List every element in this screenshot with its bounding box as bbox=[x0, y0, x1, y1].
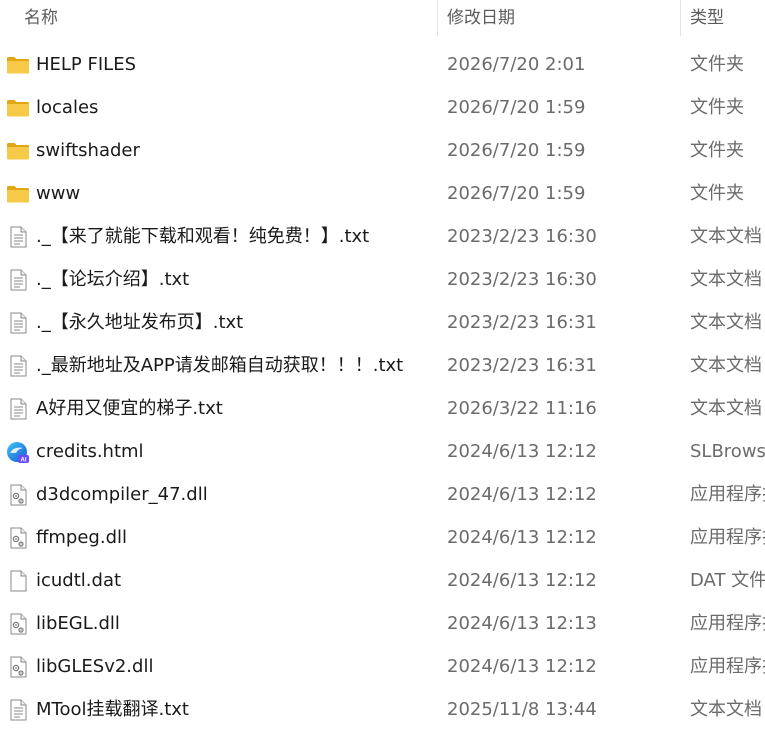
file-name[interactable]: credits.html bbox=[36, 430, 144, 473]
file-type: 文本文档 bbox=[690, 355, 762, 376]
column-header-bar: ^ 名称 修改日期 类型 bbox=[0, 0, 765, 36]
file-name[interactable]: swiftshader bbox=[36, 129, 140, 172]
file-list: HELP FILES 2026/7/20 2:01 文件夹 locales 2026/7… bbox=[0, 43, 765, 731]
file-modified-date: 2026/7/20 1:59 bbox=[447, 140, 586, 161]
file-modified-date: 2023/2/23 16:31 bbox=[447, 355, 597, 376]
file-row[interactable]: ._最新地址及APP请发邮箱自动获取！！！.txt 2023/2/23 16:31… bbox=[0, 344, 765, 387]
file-modified-date: 2026/7/20 1:59 bbox=[447, 183, 586, 204]
text-file-icon bbox=[6, 226, 30, 248]
file-modified-date: 2024/6/13 12:12 bbox=[447, 484, 597, 505]
file-type: SLBrowse bbox=[690, 441, 765, 462]
file-name[interactable]: d3dcompiler_47.dll bbox=[36, 473, 208, 516]
file-modified-date: 2024/6/13 12:12 bbox=[447, 441, 597, 462]
file-modified-date: 2023/2/23 16:31 bbox=[447, 312, 597, 333]
column-divider[interactable] bbox=[680, 0, 681, 36]
file-name[interactable]: libEGL.dll bbox=[36, 602, 120, 645]
file-row[interactable]: ._【来了就能下载和观看！纯免费！】.txt 2023/2/23 16:30 文本文… bbox=[0, 215, 765, 258]
column-header-type[interactable]: 类型 bbox=[690, 0, 724, 36]
column-header-date[interactable]: 修改日期 bbox=[447, 0, 515, 36]
file-type: 应用程序扩 bbox=[690, 527, 765, 548]
dll-file-icon bbox=[6, 484, 30, 506]
file-name[interactable]: ._【论坛介绍】.txt bbox=[36, 258, 189, 301]
file-row[interactable]: swiftshader 2026/7/20 1:59 文件夹 bbox=[0, 129, 765, 172]
file-row[interactable]: A好用又便宜的梯子.txt 2026/3/22 11:16 文本文档 bbox=[0, 387, 765, 430]
file-modified-date: 2024/6/13 12:12 bbox=[447, 656, 597, 677]
file-name[interactable]: icudtl.dat bbox=[36, 559, 121, 602]
file-modified-date: 2023/2/23 16:30 bbox=[447, 269, 597, 290]
file-modified-date: 2024/6/13 12:12 bbox=[447, 570, 597, 591]
folder-icon bbox=[6, 140, 30, 162]
file-type: 应用程序扩 bbox=[690, 656, 765, 677]
file-name[interactable]: locales bbox=[36, 86, 98, 129]
text-file-icon bbox=[6, 398, 30, 420]
file-row[interactable]: www 2026/7/20 1:59 文件夹 bbox=[0, 172, 765, 215]
file-type: 文本文档 bbox=[690, 269, 762, 290]
file-modified-date: 2026/7/20 2:01 bbox=[447, 54, 586, 75]
column-header-name[interactable]: 名称 bbox=[24, 0, 58, 36]
file-name[interactable]: ._【永久地址发布页】.txt bbox=[36, 301, 243, 344]
folder-icon bbox=[6, 183, 30, 205]
dll-file-icon bbox=[6, 527, 30, 549]
file-name[interactable]: libGLESv2.dll bbox=[36, 645, 153, 688]
text-file-icon bbox=[6, 312, 30, 334]
file-name[interactable]: MTool挂载翻译.txt bbox=[36, 688, 189, 731]
browser-icon: AI bbox=[6, 441, 30, 464]
file-row[interactable]: ._【永久地址发布页】.txt 2023/2/23 16:31 文本文档 bbox=[0, 301, 765, 344]
file-type: 文件夹 bbox=[690, 54, 744, 75]
file-row[interactable]: AI credits.html 2024/6/13 12:12 SLBrowse bbox=[0, 430, 765, 473]
file-row[interactable]: icudtl.dat 2024/6/13 12:12 DAT 文件 bbox=[0, 559, 765, 602]
file-row[interactable]: ._【论坛介绍】.txt 2023/2/23 16:30 文本文档 bbox=[0, 258, 765, 301]
file-type: 文本文档 bbox=[690, 312, 762, 333]
file-row[interactable]: libGLESv2.dll 2024/6/13 12:12 应用程序扩 bbox=[0, 645, 765, 688]
file-modified-date: 2023/2/23 16:30 bbox=[447, 226, 597, 247]
file-row[interactable]: libEGL.dll 2024/6/13 12:13 应用程序扩 bbox=[0, 602, 765, 645]
dll-file-icon bbox=[6, 613, 30, 635]
file-modified-date: 2026/3/22 11:16 bbox=[447, 398, 597, 419]
svg-text:AI: AI bbox=[21, 458, 27, 464]
dll-file-icon bbox=[6, 656, 30, 678]
file-modified-date: 2026/7/20 1:59 bbox=[447, 97, 586, 118]
file-name[interactable]: www bbox=[36, 172, 80, 215]
file-modified-date: 2025/11/8 13:44 bbox=[447, 699, 597, 720]
file-row[interactable]: MTool挂载翻译.txt 2025/11/8 13:44 文本文档 bbox=[0, 688, 765, 731]
folder-icon bbox=[6, 97, 30, 119]
file-row[interactable]: ffmpeg.dll 2024/6/13 12:12 应用程序扩 bbox=[0, 516, 765, 559]
folder-icon bbox=[6, 54, 30, 76]
file-name[interactable]: A好用又便宜的梯子.txt bbox=[36, 387, 223, 430]
file-type: 应用程序扩 bbox=[690, 613, 765, 634]
sort-indicator-icon: ^ bbox=[219, 0, 230, 8]
file-name[interactable]: ._最新地址及APP请发邮箱自动获取！！！.txt bbox=[36, 344, 403, 387]
file-name[interactable]: ffmpeg.dll bbox=[36, 516, 127, 559]
file-type: 文本文档 bbox=[690, 226, 762, 247]
file-name[interactable]: HELP FILES bbox=[36, 43, 136, 86]
file-row[interactable]: d3dcompiler_47.dll 2024/6/13 12:12 应用程序扩 bbox=[0, 473, 765, 516]
blank-file-icon bbox=[6, 570, 30, 592]
column-divider[interactable] bbox=[437, 0, 438, 36]
file-row[interactable]: HELP FILES 2026/7/20 2:01 文件夹 bbox=[0, 43, 765, 86]
file-modified-date: 2024/6/13 12:13 bbox=[447, 613, 597, 634]
text-file-icon bbox=[6, 355, 30, 377]
file-type: 文本文档 bbox=[690, 699, 762, 720]
file-type: 文件夹 bbox=[690, 140, 744, 161]
file-name[interactable]: ._【来了就能下载和观看！纯免费！】.txt bbox=[36, 215, 369, 258]
text-file-icon bbox=[6, 269, 30, 291]
file-modified-date: 2024/6/13 12:12 bbox=[447, 527, 597, 548]
file-row[interactable]: locales 2026/7/20 1:59 文件夹 bbox=[0, 86, 765, 129]
file-explorer-view: ^ 名称 修改日期 类型 HELP FILES 2026/7/20 2:01 文件夹… bbox=[0, 0, 765, 744]
file-type: 文件夹 bbox=[690, 183, 744, 204]
file-type: DAT 文件 bbox=[690, 570, 765, 591]
file-type: 文本文档 bbox=[690, 398, 762, 419]
file-type: 应用程序扩 bbox=[690, 484, 765, 505]
text-file-icon bbox=[6, 699, 30, 721]
file-type: 文件夹 bbox=[690, 97, 744, 118]
